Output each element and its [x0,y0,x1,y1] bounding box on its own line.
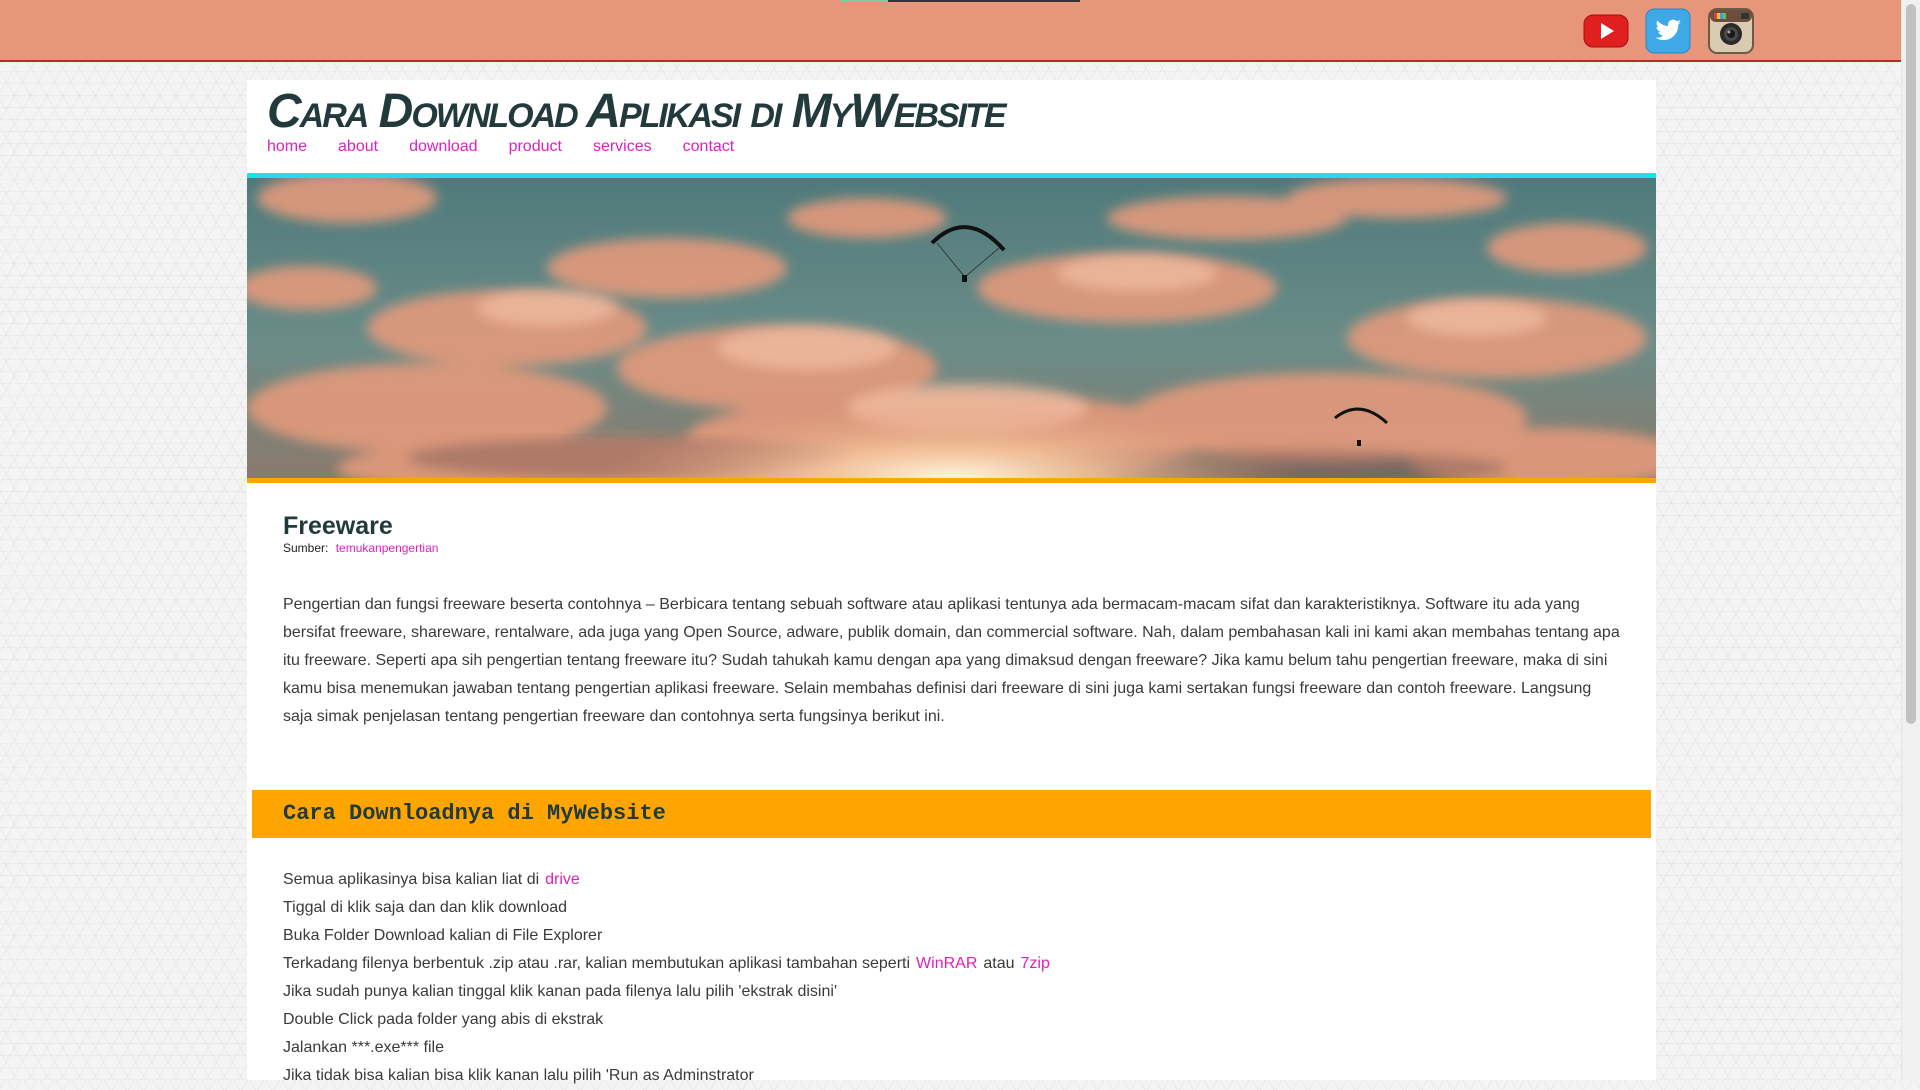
youtube-icon[interactable] [1583,12,1629,50]
nav-services[interactable]: services [593,138,652,156]
page-scrollbar[interactable] [1901,0,1920,1080]
download-section-title: Cara Downloadnya di MyWebsite [283,801,666,826]
nav-download[interactable]: download [409,138,478,156]
list-item: Terkadang filenya berbentuk .zip atau .r… [283,955,1050,972]
article-source: Sumber: temukanpengertian [283,541,438,555]
instagram-icon[interactable] [1708,8,1754,54]
top-bar-accent-dark [888,0,1080,2]
list-item: Jika sudah punya kalian tinggal klik kan… [283,983,837,1000]
winrar-link[interactable]: WinRAR [916,955,977,972]
nav-contact[interactable]: contact [683,138,735,156]
article-title: Freeware [283,512,393,540]
site-title: Cara Download Aplikasi di MyWebsite [267,85,1007,138]
hero-image [247,173,1656,483]
list-item: Tiggal di klik saja dan dan klik downloa… [283,899,568,916]
twitter-icon[interactable] [1645,8,1691,54]
list-item: Double Click pada folder yang abis di ek… [283,1011,604,1028]
list-item: Jika tidak bisa kalian bisa klik kanan l… [283,1067,754,1084]
main-nav: home about download product services con… [267,138,765,156]
list-item: Jalankan ***.exe*** file [283,1039,444,1056]
top-bar [0,0,1902,62]
nav-home[interactable]: home [267,138,307,156]
list-item: Buka Folder Download kalian di File Expl… [283,927,603,944]
main-container: Cara Download Aplikasi di MyWebsite home… [247,80,1656,1084]
article-paragraph: Pengertian dan fungsi freeware beserta c… [283,596,1620,725]
list-item: Semua aplikasinya bisa kalian liat di dri… [283,871,580,888]
7zip-link[interactable]: 7zip [1021,955,1050,972]
nav-about[interactable]: about [338,138,378,156]
source-link[interactable]: temukanpengertian [336,541,439,555]
nav-product[interactable]: product [509,138,562,156]
drive-link[interactable]: drive [545,871,580,888]
download-section-banner: Cara Downloadnya di MyWebsite [252,790,1651,838]
top-bar-accent [840,0,888,2]
scrollbar-thumb[interactable] [1906,4,1916,724]
source-label: Sumber: [283,541,329,555]
download-steps: Semua aplikasinya bisa kalian liat di dri… [283,866,1056,1090]
